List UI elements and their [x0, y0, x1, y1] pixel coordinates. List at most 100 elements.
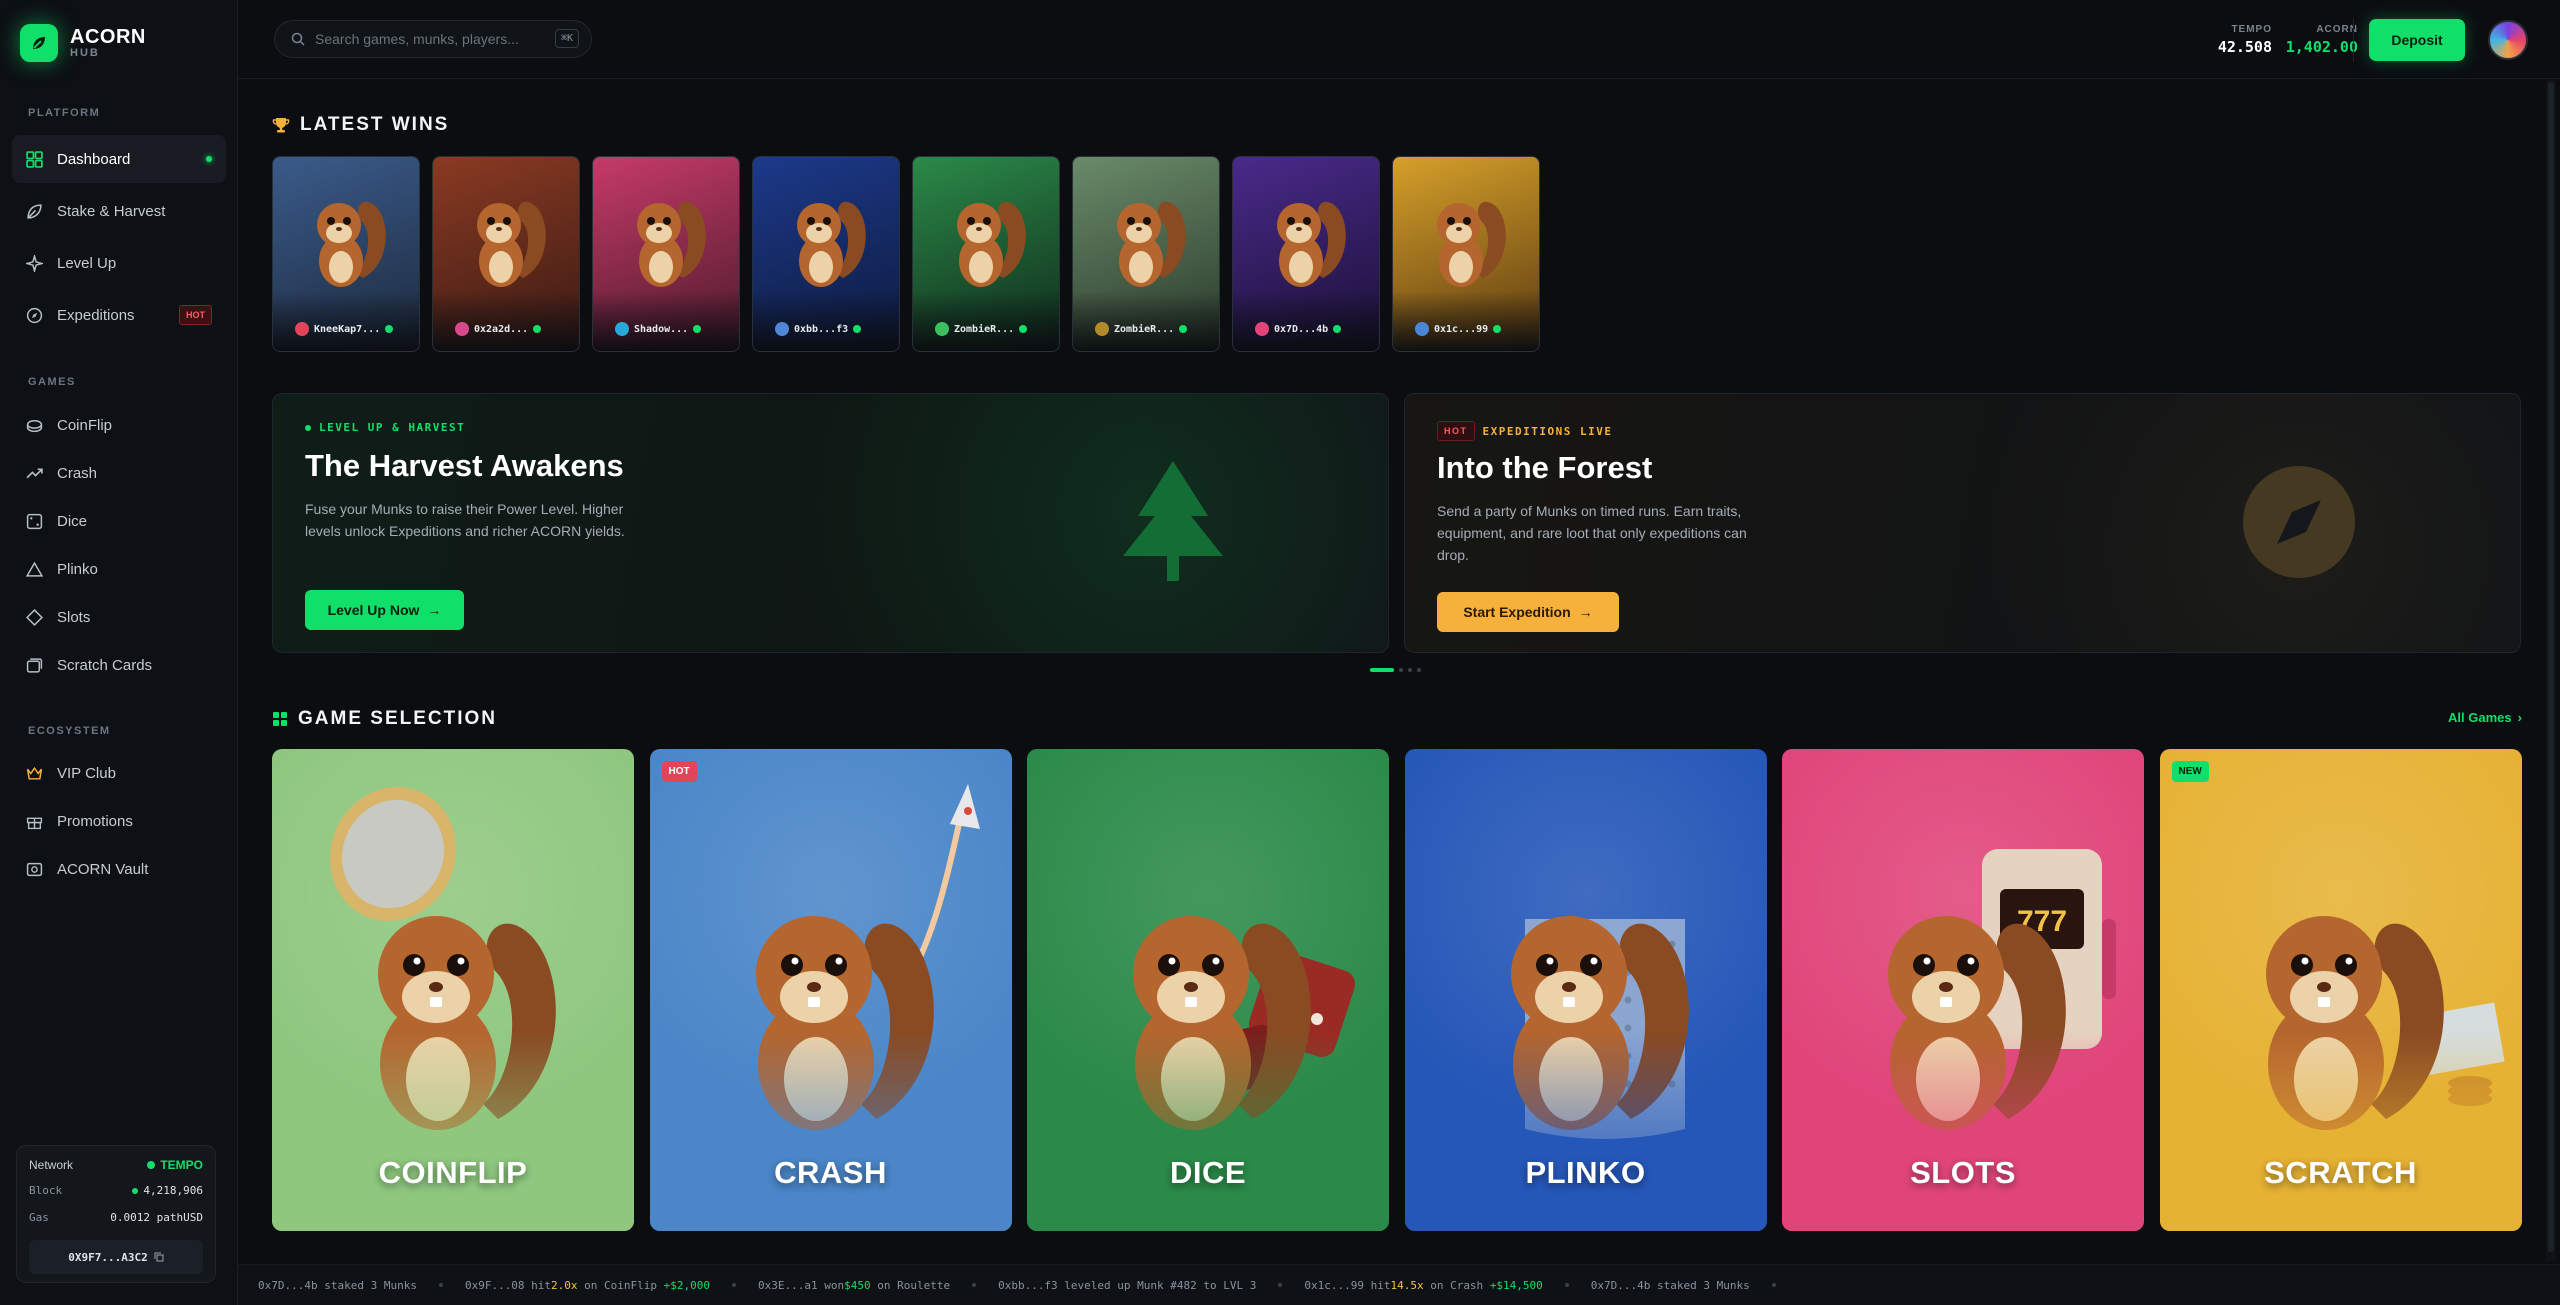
sidebar-item-slots[interactable]: Slots	[12, 593, 226, 641]
ticker-amount: $450	[844, 1278, 871, 1292]
squirrel-icon	[797, 201, 866, 287]
triangle-icon	[26, 561, 43, 577]
winner-name: Shadow...	[634, 323, 689, 335]
carousel-dot-active[interactable]	[1370, 668, 1394, 672]
button-label: Level Up Now	[327, 602, 420, 618]
arrow-right-icon: →	[1578, 604, 1593, 620]
sidebar-item-label: Crash	[57, 464, 98, 482]
sidebar-item-dashboard[interactable]: Dashboard	[12, 135, 226, 183]
balance-value: 42.508	[2217, 38, 2272, 56]
all-games-link[interactable]: All Games ›	[2448, 710, 2522, 725]
sidebar-item-label: CoinFlip	[57, 416, 113, 434]
winner-name: ZombieR...	[954, 323, 1015, 335]
carousel-dot[interactable]	[1399, 668, 1403, 672]
top-header: ⌘K TEMPO 42.508 ACORN 1,402.00 Deposit	[238, 0, 2560, 79]
sidebar-item-label: ACORN Vault	[57, 860, 149, 878]
game-card-plinko[interactable]: PLINKO	[1404, 749, 1767, 1231]
promo-card-harvest[interactable]: LEVEL UP & HARVEST The Harvest Awakens F…	[272, 393, 1389, 653]
search-input[interactable]	[315, 31, 535, 47]
user-avatar	[1415, 322, 1429, 336]
deposit-button[interactable]: Deposit	[2369, 19, 2465, 61]
trending-up-icon	[26, 467, 43, 478]
win-card[interactable]: 0x1c...99	[1392, 156, 1540, 352]
ticker-item: 0x9F...08 hit 2.0x on CoinFlip +$2,000	[465, 1279, 758, 1292]
win-card[interactable]: ZombieR...	[1072, 156, 1220, 352]
button-label: Start Expedition	[1463, 604, 1571, 620]
win-card[interactable]: KneeKap7...	[272, 156, 420, 352]
latest-wins-title: LATEST WINS	[272, 114, 449, 136]
carousel-dots	[1370, 668, 1421, 672]
section-label-ecosystem: ECOSYSTEM	[28, 725, 111, 737]
level-up-now-button[interactable]: Level Up Now →	[305, 590, 464, 630]
ticker-text: 0x7D...4b staked 3 Munks	[258, 1278, 417, 1292]
win-card[interactable]: 0x2a2d...	[432, 156, 580, 352]
start-expedition-button[interactable]: Start Expedition →	[1437, 592, 1619, 632]
divider	[2353, 18, 2354, 62]
carousel-dot[interactable]	[1408, 668, 1412, 672]
game-card-coinflip[interactable]: COINFLIP	[272, 749, 634, 1231]
win-card[interactable]: ZombieR...	[912, 156, 1060, 352]
squirrel-icon	[1117, 201, 1186, 287]
sidebar-item-expeditions[interactable]: Expeditions HOT	[12, 291, 226, 339]
scrollbar[interactable]	[2546, 80, 2556, 1262]
ticker-text: 0x1c...99 hit	[1304, 1278, 1391, 1292]
ticker-item: 0x7D...4b staked 3 Munks	[258, 1279, 465, 1292]
arrow-right-icon: →	[427, 602, 442, 618]
status-dot	[1179, 325, 1188, 333]
gas-label: Gas	[29, 1211, 49, 1224]
compass-icon	[26, 307, 43, 323]
winner-name: ZombieR...	[1114, 323, 1175, 335]
user-avatar[interactable]	[2488, 20, 2528, 60]
sidebar-item-acorn-vault[interactable]: ACORN Vault	[12, 845, 226, 893]
squirrel-icon	[957, 201, 1026, 287]
ticker-separator	[972, 1283, 977, 1287]
sidebar-item-promotions[interactable]: Promotions	[12, 797, 226, 845]
carousel-dot[interactable]	[1417, 668, 1421, 672]
brand-logo[interactable]: ACORN HUB	[20, 24, 146, 62]
live-dot	[132, 1187, 139, 1194]
winner-name: 0x1c...99	[1434, 323, 1489, 335]
sidebar-item-label: Dashboard	[57, 150, 131, 168]
wallet-address-button[interactable]: 0X9F7...A3C2	[29, 1240, 203, 1274]
game-card-crash[interactable]: HOT CRASH	[649, 749, 1012, 1231]
win-card[interactable]: Shadow...	[592, 156, 740, 352]
diamond-icon	[26, 608, 43, 626]
vault-icon	[26, 862, 43, 876]
compass-icon	[2243, 466, 2355, 578]
active-dot	[206, 156, 212, 162]
win-card[interactable]: 0x7D...4b	[1232, 156, 1380, 352]
sidebar-item-dice[interactable]: Dice	[12, 497, 226, 545]
brand-name: ACORN	[70, 26, 146, 48]
hot-badge: HOT	[179, 305, 212, 325]
sidebar-item-label: Level Up	[57, 254, 117, 272]
squirrel-icon	[1437, 201, 1506, 287]
sidebar-item-level-up[interactable]: Level Up	[12, 239, 226, 287]
ticker-text: 0x3E...a1 won	[758, 1278, 845, 1292]
coin-icon	[26, 419, 43, 432]
game-name: DICE	[1169, 1155, 1247, 1190]
link-label: All Games	[2448, 710, 2512, 725]
promo-card-expedition[interactable]: HOT EXPEDITIONS LIVE Into the Forest Send…	[1404, 393, 2521, 653]
balance-label: ACORN	[2316, 24, 2358, 35]
game-name: PLINKO	[1525, 1155, 1646, 1190]
section-label-games: GAMES	[28, 376, 76, 388]
scrollbar-thumb[interactable]	[2548, 82, 2554, 1252]
win-card[interactable]: 0xbb...f3	[752, 156, 900, 352]
squirrel-icon	[637, 201, 706, 287]
sidebar-item-scratch-cards[interactable]: Scratch Cards	[12, 641, 226, 689]
promo-title: The Harvest Awakens	[305, 448, 624, 483]
sidebar-item-stake-harvest[interactable]: Stake & Harvest	[12, 187, 226, 235]
game-card-dice[interactable]: DICE	[1027, 749, 1389, 1231]
game-card-slots[interactable]: 777 SLOTS	[1782, 749, 2144, 1231]
ticker-item: 0x7D...4b staked 3 Munks	[1591, 1279, 1798, 1292]
game-card-scratch[interactable]: NEW SCRATCH	[2159, 749, 2522, 1231]
sidebar-item-label: Plinko	[57, 560, 98, 578]
sidebar-item-vip-club[interactable]: VIP Club	[12, 749, 226, 797]
leaf-icon	[27, 203, 42, 219]
sidebar-item-plinko[interactable]: Plinko	[12, 545, 226, 593]
promo-kicker: LEVEL UP & HARVEST	[319, 421, 466, 434]
search-bar[interactable]: ⌘K	[274, 20, 592, 58]
sidebar-item-coinflip[interactable]: CoinFlip	[12, 401, 226, 449]
balance-label: TEMPO	[2231, 24, 2272, 35]
sidebar-item-crash[interactable]: Crash	[12, 449, 226, 497]
